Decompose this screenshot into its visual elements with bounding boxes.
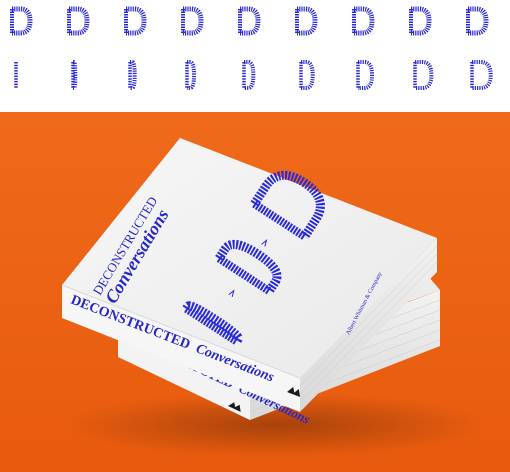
photo-scene: DECONSTRUCTED Conversations DECONSTRUCTE… (0, 0, 510, 472)
strip-partial-letter-d-2 (71, 60, 78, 90)
letter-strip-background (0, 0, 510, 112)
